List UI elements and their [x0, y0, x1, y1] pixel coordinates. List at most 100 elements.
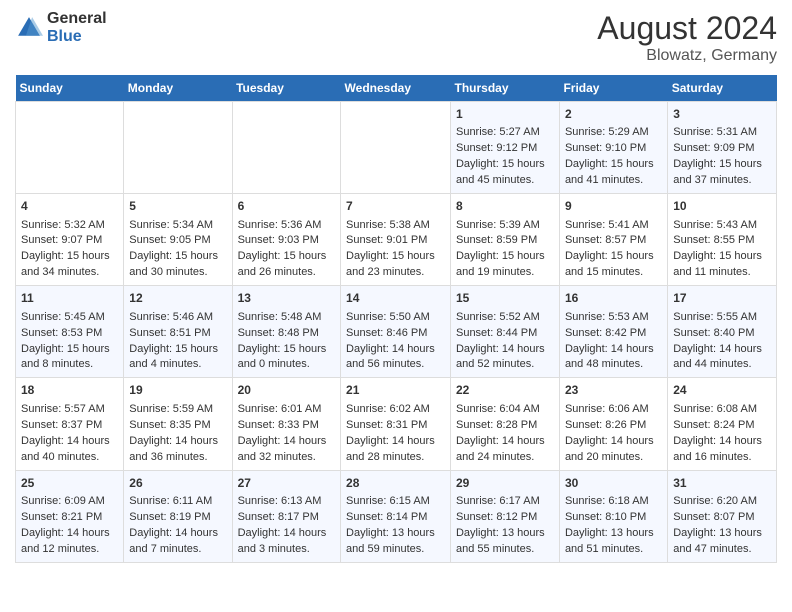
- day-number: 10: [673, 198, 771, 215]
- calendar-cell: 30 Sunrise: 6:18 AMSunset: 8:10 PMDayligh…: [559, 470, 667, 562]
- calendar-cell: 9Sunrise: 5:41 AMSunset: 8:57 PMDaylight…: [559, 194, 667, 286]
- calendar-cell: [341, 102, 451, 194]
- cell-text: Sunset: 8:31 PM: [346, 418, 445, 434]
- calendar-cell: [232, 102, 340, 194]
- cell-text: Sunset: 8:48 PM: [238, 326, 335, 342]
- calendar-cell: 13Sunrise: 5:48 AMSunset: 8:48 PMDayligh…: [232, 286, 340, 378]
- day-number: 21: [346, 382, 445, 399]
- cell-text: Sunrise: 5:50 AM: [346, 310, 445, 326]
- cell-text: Daylight: 14 hours and 48 minutes.: [565, 342, 662, 374]
- cell-text: Sunset: 8:53 PM: [21, 326, 118, 342]
- logo-icon: [15, 14, 43, 42]
- cell-text: Sunrise: 6:18 AM: [565, 494, 662, 510]
- calendar-cell: 14Sunrise: 5:50 AMSunset: 8:46 PMDayligh…: [341, 286, 451, 378]
- week-row-5: 25Sunrise: 6:09 AMSunset: 8:21 PMDayligh…: [16, 470, 777, 562]
- cell-text: Sunrise: 6:20 AM: [673, 494, 771, 510]
- day-number: 29: [456, 475, 554, 492]
- header-cell-tuesday: Tuesday: [232, 75, 340, 102]
- day-number: 30: [565, 475, 662, 492]
- cell-text: Sunset: 8:42 PM: [565, 326, 662, 342]
- cell-text: Sunrise: 5:57 AM: [21, 402, 118, 418]
- week-row-1: 1 Sunrise: 5:27 AMSunset: 9:12 PMDaylight…: [16, 102, 777, 194]
- cell-text: Sunrise: 6:11 AM: [129, 494, 226, 510]
- cell-text: Sunset: 8:46 PM: [346, 326, 445, 342]
- cell-text: Daylight: 15 hours and 11 minutes.: [673, 249, 771, 281]
- day-number: 12: [129, 290, 226, 307]
- cell-text: Daylight: 13 hours and 47 minutes.: [673, 526, 771, 558]
- cell-text: Sunrise: 5:29 AM: [565, 125, 662, 141]
- cell-text: Sunrise: 6:02 AM: [346, 402, 445, 418]
- day-number: 23: [565, 382, 662, 399]
- cell-text: Sunset: 8:37 PM: [21, 418, 118, 434]
- cell-text: Daylight: 14 hours and 32 minutes.: [238, 434, 335, 466]
- logo-line1: General: [47, 10, 107, 28]
- cell-text: Sunset: 9:07 PM: [21, 233, 118, 249]
- calendar-cell: 3Sunrise: 5:31 AMSunset: 9:09 PMDaylight…: [668, 102, 777, 194]
- cell-text: Sunset: 8:40 PM: [673, 326, 771, 342]
- cell-text: Sunset: 8:44 PM: [456, 326, 554, 342]
- cell-text: Sunset: 8:17 PM: [238, 510, 335, 526]
- day-number: 19: [129, 382, 226, 399]
- cell-text: Sunrise: 5:41 AM: [565, 218, 662, 234]
- cell-text: Daylight: 14 hours and 16 minutes.: [673, 434, 771, 466]
- cell-text: Sunrise: 5:31 AM: [673, 125, 771, 141]
- calendar-cell: 29Sunrise: 6:17 AMSunset: 8:12 PMDayligh…: [450, 470, 559, 562]
- cell-text: Daylight: 15 hours and 26 minutes.: [238, 249, 335, 281]
- header-cell-monday: Monday: [124, 75, 232, 102]
- day-number: 13: [238, 290, 335, 307]
- cell-text: Daylight: 14 hours and 40 minutes.: [21, 434, 118, 466]
- cell-text: Sunrise: 6:06 AM: [565, 402, 662, 418]
- calendar-cell: 25Sunrise: 6:09 AMSunset: 8:21 PMDayligh…: [16, 470, 124, 562]
- calendar-cell: 4Sunrise: 5:32 AMSunset: 9:07 PMDaylight…: [16, 194, 124, 286]
- cell-text: Daylight: 15 hours and 45 minutes.: [456, 157, 554, 189]
- cell-text: Sunset: 8:35 PM: [129, 418, 226, 434]
- cell-text: Daylight: 15 hours and 23 minutes.: [346, 249, 445, 281]
- day-number: 5: [129, 198, 226, 215]
- cell-text: Sunrise: 5:27 AM: [456, 125, 554, 141]
- day-number: 31: [673, 475, 771, 492]
- calendar-cell: 19Sunrise: 5:59 AMSunset: 8:35 PMDayligh…: [124, 378, 232, 470]
- calendar-cell: 22Sunrise: 6:04 AMSunset: 8:28 PMDayligh…: [450, 378, 559, 470]
- cell-text: Daylight: 14 hours and 7 minutes.: [129, 526, 226, 558]
- cell-text: Daylight: 14 hours and 52 minutes.: [456, 342, 554, 374]
- title-block: August 2024 Blowatz, Germany: [597, 10, 777, 65]
- cell-text: Sunset: 8:51 PM: [129, 326, 226, 342]
- calendar-cell: 15Sunrise: 5:52 AMSunset: 8:44 PMDayligh…: [450, 286, 559, 378]
- day-number: 20: [238, 382, 335, 399]
- cell-text: Sunset: 9:12 PM: [456, 141, 554, 157]
- calendar-cell: 17Sunrise: 5:55 AMSunset: 8:40 PMDayligh…: [668, 286, 777, 378]
- week-row-4: 18Sunrise: 5:57 AMSunset: 8:37 PMDayligh…: [16, 378, 777, 470]
- day-number: 1: [456, 106, 554, 123]
- cell-text: Sunrise: 5:32 AM: [21, 218, 118, 234]
- cell-text: Sunrise: 5:45 AM: [21, 310, 118, 326]
- cell-text: Daylight: 15 hours and 34 minutes.: [21, 249, 118, 281]
- cell-text: Daylight: 14 hours and 12 minutes.: [21, 526, 118, 558]
- calendar-cell: 28Sunrise: 6:15 AMSunset: 8:14 PMDayligh…: [341, 470, 451, 562]
- cell-text: Daylight: 14 hours and 28 minutes.: [346, 434, 445, 466]
- cell-text: Sunrise: 5:43 AM: [673, 218, 771, 234]
- logo-line2: Blue: [47, 28, 107, 46]
- day-number: 22: [456, 382, 554, 399]
- cell-text: Sunrise: 5:39 AM: [456, 218, 554, 234]
- calendar-cell: 2Sunrise: 5:29 AMSunset: 9:10 PMDaylight…: [559, 102, 667, 194]
- cell-text: Daylight: 15 hours and 0 minutes.: [238, 342, 335, 374]
- location-subtitle: Blowatz, Germany: [597, 47, 777, 65]
- cell-text: Sunset: 9:05 PM: [129, 233, 226, 249]
- cell-text: Sunrise: 6:17 AM: [456, 494, 554, 510]
- cell-text: Sunset: 8:10 PM: [565, 510, 662, 526]
- cell-text: Sunrise: 5:53 AM: [565, 310, 662, 326]
- cell-text: Sunset: 9:03 PM: [238, 233, 335, 249]
- calendar-cell: 10Sunrise: 5:43 AMSunset: 8:55 PMDayligh…: [668, 194, 777, 286]
- cell-text: Daylight: 15 hours and 8 minutes.: [21, 342, 118, 374]
- cell-text: Sunset: 8:26 PM: [565, 418, 662, 434]
- logo-text: General Blue: [47, 10, 107, 45]
- week-row-2: 4Sunrise: 5:32 AMSunset: 9:07 PMDaylight…: [16, 194, 777, 286]
- calendar-cell: [124, 102, 232, 194]
- cell-text: Sunset: 9:01 PM: [346, 233, 445, 249]
- cell-text: Sunrise: 6:04 AM: [456, 402, 554, 418]
- logo: General Blue: [15, 10, 107, 45]
- cell-text: Sunrise: 6:15 AM: [346, 494, 445, 510]
- header-cell-friday: Friday: [559, 75, 667, 102]
- cell-text: Daylight: 13 hours and 51 minutes.: [565, 526, 662, 558]
- day-number: 16: [565, 290, 662, 307]
